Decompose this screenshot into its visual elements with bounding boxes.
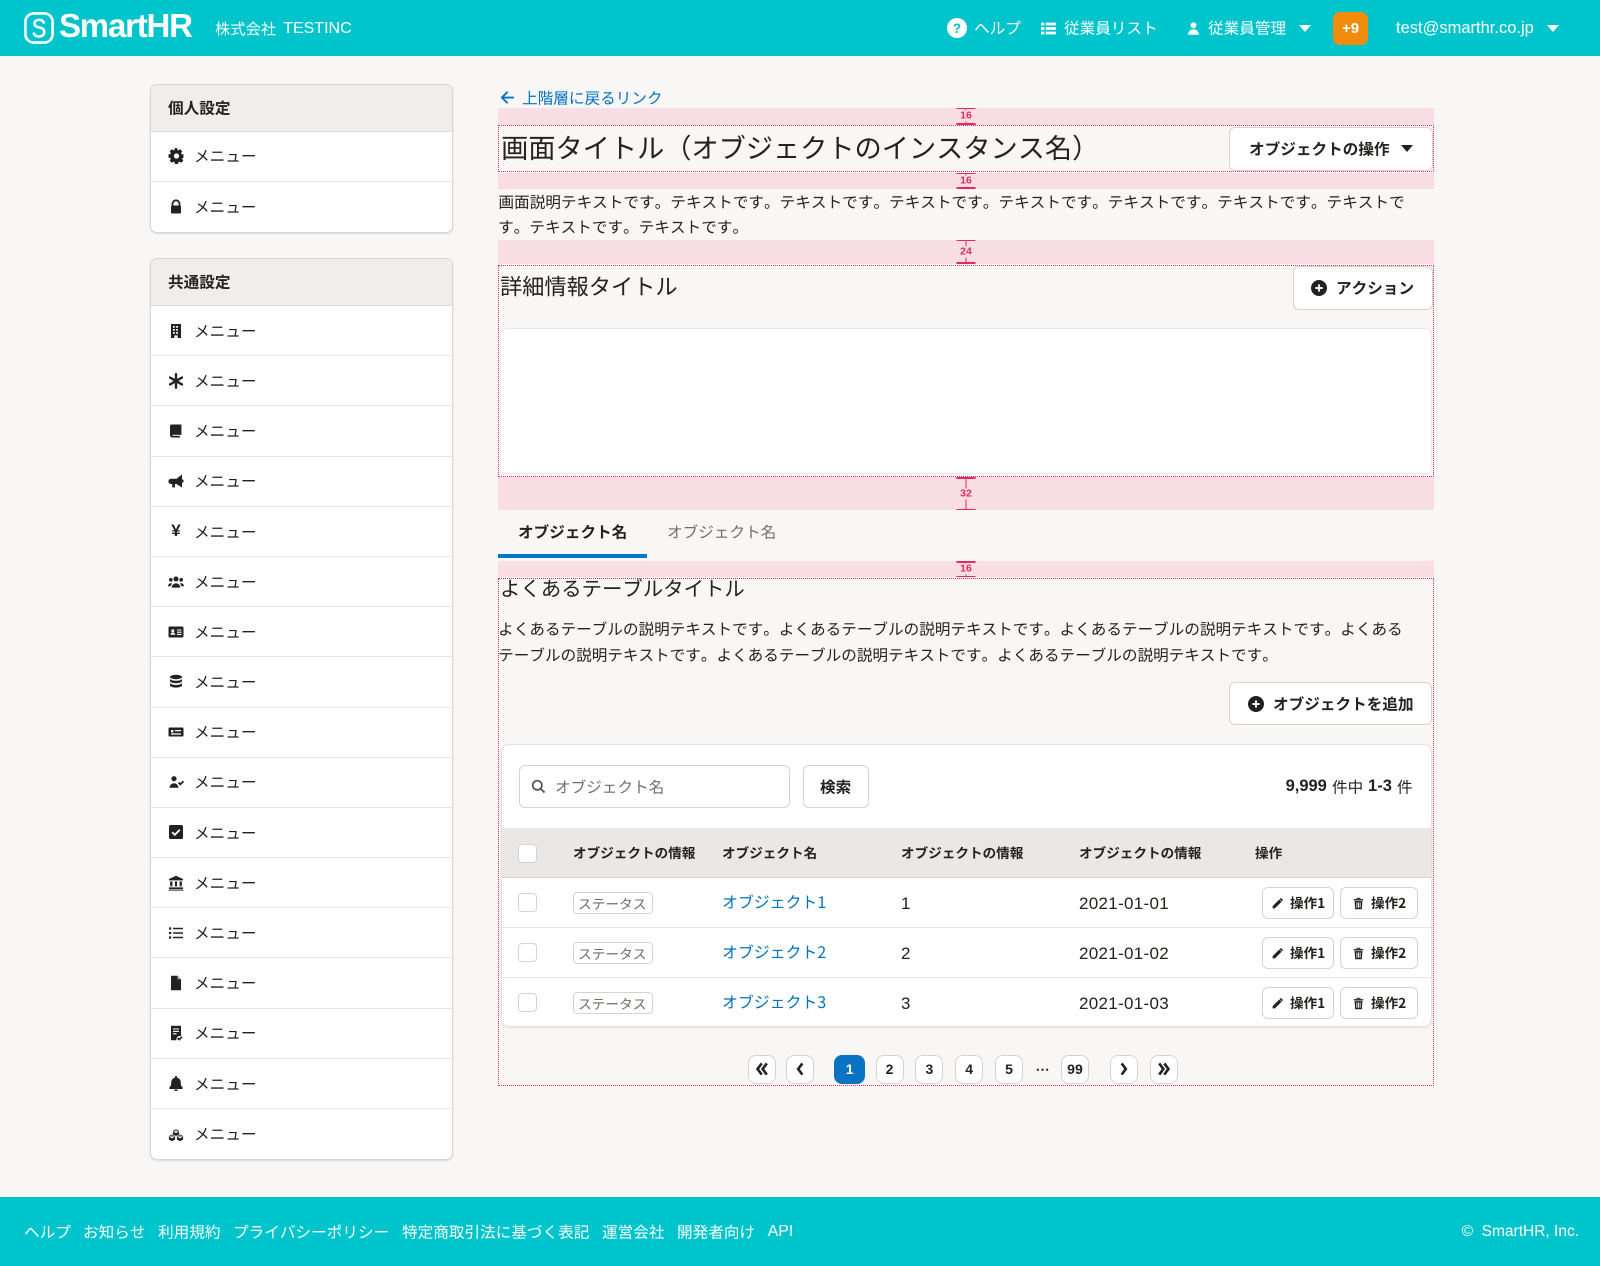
svg-text:?: ? (953, 21, 961, 36)
